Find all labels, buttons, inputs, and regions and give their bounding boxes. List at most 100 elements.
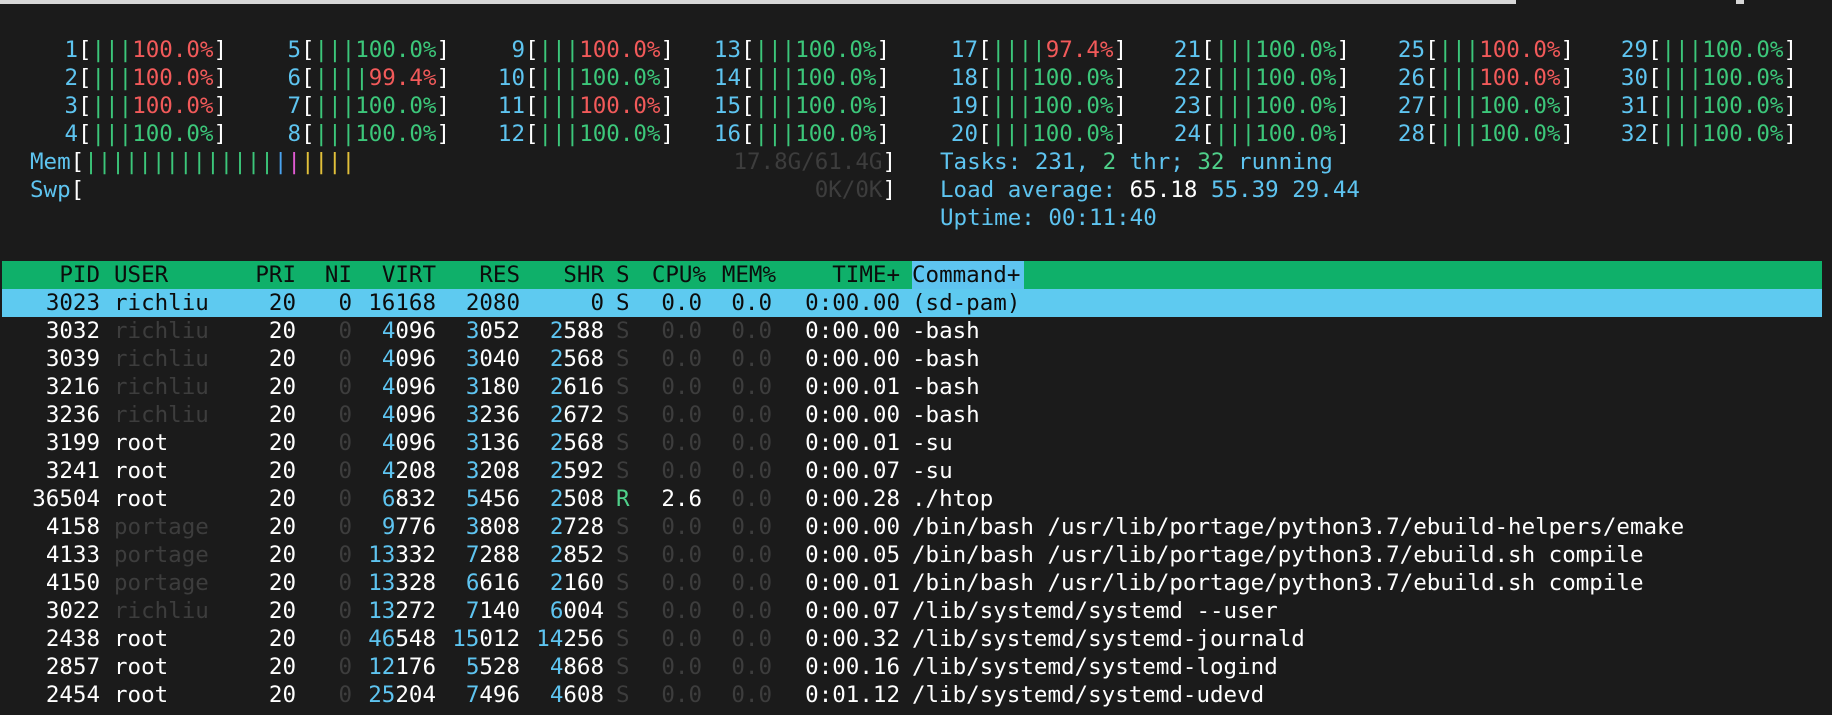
cpu-number: 31: [1620, 93, 1648, 119]
cpu-cell: 0.0: [661, 430, 702, 456]
cpu-bar: |||: [538, 37, 580, 63]
cpu-bar: |||: [1438, 93, 1480, 119]
process-row[interactable]: 3032 richliu 20 0 4096 3052 2588 S 0.0 0.0 0:00.00…: [0, 317, 1832, 345]
virt-cell: 13272: [368, 598, 436, 624]
cpu-number: 15: [713, 93, 741, 119]
cpu-percent: 100.0%: [1032, 121, 1114, 147]
pid-cell: 2857: [45, 654, 100, 680]
user-cell: richliu: [114, 290, 209, 316]
col-mem[interactable]: MEM%: [710, 261, 776, 289]
running-count: 32: [1197, 149, 1225, 175]
col-cpu[interactable]: CPU%: [640, 261, 706, 289]
mem-cell: 0.0: [731, 654, 772, 680]
shr-cell: 2568: [549, 430, 604, 456]
cpu-meter-2: 2[|||100.0%]: [50, 64, 227, 92]
process-row[interactable]: 2454 root 20 0 25204 7496 4608 S 0.0 0.0 0:01.12/l…: [0, 681, 1832, 709]
shr-cell: 2508: [549, 486, 604, 512]
state-cell: S: [616, 458, 630, 484]
cpu-meter-6: 6[||||99.4%]: [273, 64, 450, 92]
cpu-percent: 100.0%: [795, 65, 877, 91]
time-cell: 0:00.01: [805, 374, 900, 400]
col-pri[interactable]: PRI: [250, 261, 296, 289]
cpu-column: 1[|||100.0%] 2[|||100.0%] 3[|||100.0%] 4[||…: [50, 36, 227, 148]
cpu-bar: |||: [754, 93, 796, 119]
user-cell: root: [114, 682, 169, 708]
mem-bar-used: ||||||||||||||: [84, 149, 274, 175]
pid-cell: 36504: [32, 486, 100, 512]
process-row[interactable]: 3039 richliu 20 0 4096 3040 2568 S 0.0 0.0 0:00.00…: [0, 345, 1832, 373]
col-command[interactable]: Command+: [912, 261, 1024, 289]
cpu-meter-5: 5[|||100.0%]: [273, 36, 450, 64]
process-row[interactable]: 4150 portage 20 0 13328 6616 2160 S 0.0 0.0 0:00.0…: [0, 569, 1832, 597]
command-cell: /bin/bash /usr/lib/portage/python3.7/ebu…: [912, 570, 1644, 596]
process-row[interactable]: 2857 root 20 0 12176 5528 4868 S 0.0 0.0 0:00.16/l…: [0, 653, 1832, 681]
process-row[interactable]: 3216 richliu 20 0 4096 3180 2616 S 0.0 0.0 0:00.01…: [0, 373, 1832, 401]
res-cell: 3180: [465, 374, 520, 400]
res-cell: 5456: [465, 486, 520, 512]
process-row[interactable]: 3241 root 20 0 4208 3208 2592 S 0.0 0.0 0:00.07 -su: [0, 457, 1832, 485]
res-cell: 3052: [465, 318, 520, 344]
shr-cell: 6004: [549, 598, 604, 624]
process-row[interactable]: 4158 portage 20 0 9776 3808 2728 S 0.0 0.0 0:00.00…: [0, 513, 1832, 541]
nice-cell: 0: [338, 682, 352, 708]
col-shr[interactable]: SHR: [524, 261, 604, 289]
col-pid[interactable]: PID: [0, 261, 100, 289]
res-cell: 7496: [465, 682, 520, 708]
res-cell: 2080: [465, 290, 520, 316]
nice-cell: 0: [338, 346, 352, 372]
state-cell: S: [616, 374, 630, 400]
cpu-meter-17: 17[||||97.4%]: [950, 37, 1128, 63]
process-row[interactable]: 2438 root 20 0 46548 15012 14256 S 0.0 0.0 0:00.32…: [0, 625, 1832, 653]
command-cell: /bin/bash /usr/lib/portage/python3.7/ebu…: [912, 542, 1644, 568]
pid-cell: 4133: [45, 542, 100, 568]
user-cell: richliu: [114, 346, 209, 372]
mem-cell: 0.0: [731, 486, 772, 512]
process-row[interactable]: 3022 richliu 20 0 13272 7140 6004 S 0.0 0.0 0:00.0…: [0, 597, 1832, 625]
user-cell: root: [114, 430, 169, 456]
swp-value-row: 0K/0K]: [814, 177, 896, 203]
cpu-percent: 100.0%: [1032, 93, 1114, 119]
process-row[interactable]: 3236 richliu 20 0 4096 3236 2672 S 0.0 0.0 0:00.00…: [0, 401, 1832, 429]
shr-cell: 2616: [549, 374, 604, 400]
cpu-number: 19: [950, 93, 978, 119]
cpu-bar: |||: [314, 37, 356, 63]
col-res[interactable]: RES: [440, 261, 520, 289]
load-1min: 65.18: [1129, 177, 1198, 203]
cpu-cell: 0.0: [661, 598, 702, 624]
cpu-meter-21: 21[|||100.0%]: [1173, 37, 1351, 63]
user-cell: root: [114, 626, 169, 652]
cpu-meter-16: 16[|||100.0%]: [713, 121, 891, 147]
cpu-meter-3: 3[|||100.0%]: [50, 92, 227, 120]
cpu-column: 17[||||97.4%] 18[|||100.0%] 19[|||100.0%] 2…: [950, 36, 1127, 148]
process-table-header: PID USER PRI NI VIRT RES SHR S CPU% MEM%…: [2, 261, 1822, 289]
cpu-percent: 97.4%: [1045, 37, 1114, 63]
cpu-bar: |||: [314, 93, 356, 119]
cpu-cell: 0.0: [661, 458, 702, 484]
col-state[interactable]: S: [616, 261, 636, 289]
cpu-column: 13[|||100.0%] 14[|||100.0%] 15[|||100.0%] 1…: [713, 36, 890, 148]
cpu-percent: 100.0%: [1255, 65, 1337, 91]
process-row[interactable]: 3199 root 20 0 4096 3136 2568 S 0.0 0.0 0:00.01 -su: [0, 429, 1832, 457]
cpu-cell: 0.0: [661, 374, 702, 400]
col-time[interactable]: TIME+: [790, 261, 900, 289]
mem-cell: 0.0: [731, 682, 772, 708]
col-user[interactable]: USER: [114, 261, 244, 289]
pid-cell: 3236: [45, 402, 100, 428]
res-cell: 5528: [465, 654, 520, 680]
cpu-number: 13: [713, 37, 741, 63]
shr-cell: 2588: [549, 318, 604, 344]
process-row[interactable]: 4133 portage 20 0 13332 7288 2852 S 0.0 0.0 0:00.0…: [0, 541, 1832, 569]
mem-cell: 0.0: [731, 458, 772, 484]
cpu-bar: |||: [91, 93, 133, 119]
col-virt[interactable]: VIRT: [356, 261, 436, 289]
process-row[interactable]: 36504 root 20 0 6832 5456 2508 R 2.6 0.0 0:00.28 ./…: [0, 485, 1832, 513]
cpu-bar: |||: [538, 121, 580, 147]
pid-cell: 4158: [45, 514, 100, 540]
mem-cell: 0.0: [731, 514, 772, 540]
col-ni[interactable]: NI: [300, 261, 352, 289]
cpu-meter-10: 10[|||100.0%]: [497, 65, 675, 91]
cpu-bar: |||: [1661, 65, 1703, 91]
cpu-bar: |||: [991, 93, 1033, 119]
process-row-selected[interactable]: 3023 richliu 20 0 16168 2080 0 S 0.0 0.0 0:00.00 (s…: [2, 289, 1822, 317]
cpu-percent: 100.0%: [132, 65, 214, 91]
